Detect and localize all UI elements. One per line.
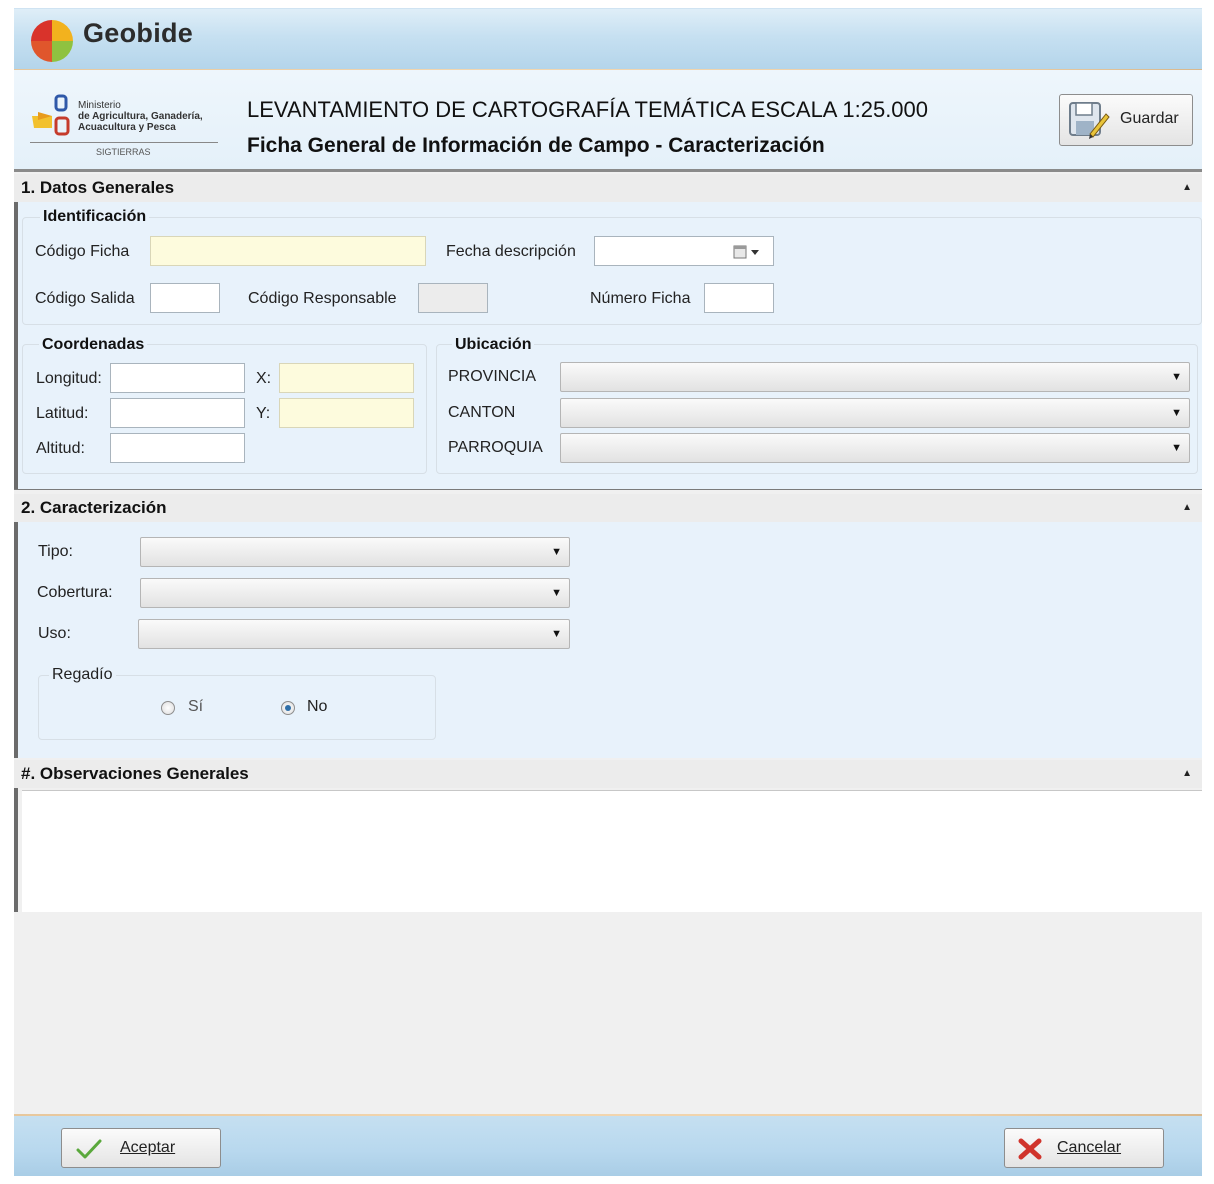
chevron-down-icon[interactable]: ▼ — [1171, 371, 1182, 383]
cancel-button[interactable]: Cancelar — [1004, 1128, 1164, 1168]
save-button-label: Guardar — [1120, 110, 1179, 127]
parroquia-label: PARROQUIA — [448, 439, 543, 456]
save-icon — [1069, 102, 1110, 139]
ministry-emblem-icon — [32, 94, 70, 136]
fecha-descripcion-picker[interactable] — [594, 236, 774, 266]
section-caracterizacion-header[interactable]: 2. Caracterización ▲ — [14, 494, 1202, 522]
x-coordinate-input[interactable] — [279, 363, 414, 393]
bottom-bar-accent-line — [14, 1114, 1202, 1116]
section-datos-generales-title: 1. Datos Generales — [21, 178, 175, 197]
identificacion-title: Identificación — [40, 208, 150, 226]
ministry-line-1: Ministerio — [78, 100, 121, 111]
chevron-down-icon[interactable]: ▼ — [1171, 442, 1182, 454]
longitud-label: Longitud: — [36, 370, 102, 387]
regadio-title: Regadío — [49, 666, 116, 684]
tipo-select[interactable]: ▼ — [140, 537, 570, 567]
regadio-group — [38, 675, 436, 740]
regadio-no-radio[interactable] — [281, 701, 295, 715]
numero-ficha-label: Número Ficha — [590, 290, 691, 307]
accept-button-label: Aceptar — [120, 1139, 176, 1156]
numero-ficha-input[interactable] — [704, 283, 774, 313]
calendar-dropdown-icon[interactable] — [733, 244, 763, 260]
app-logo-icon — [29, 18, 75, 64]
regadio-no-label[interactable]: No — [307, 698, 327, 716]
section-edge — [14, 788, 18, 912]
collapse-icon[interactable]: ▲ — [1182, 182, 1192, 193]
logo-divider — [30, 142, 218, 143]
altitud-label: Altitud: — [36, 440, 85, 457]
observaciones-textarea[interactable] — [22, 790, 1202, 912]
cobertura-select[interactable]: ▼ — [140, 578, 570, 608]
chevron-down-icon[interactable]: ▼ — [551, 628, 562, 640]
canton-select[interactable]: ▼ — [560, 398, 1190, 428]
regadio-si-radio[interactable] — [161, 701, 175, 715]
latitud-label: Latitud: — [36, 405, 89, 422]
app-title: Geobide — [83, 18, 194, 48]
tipo-label: Tipo: — [38, 543, 73, 560]
chevron-down-icon[interactable]: ▼ — [1171, 407, 1182, 419]
section-edge — [14, 202, 18, 490]
codigo-ficha-input[interactable] — [150, 236, 426, 266]
collapse-icon[interactable]: ▲ — [1182, 768, 1192, 779]
collapse-icon[interactable]: ▲ — [1182, 502, 1192, 513]
codigo-ficha-label: Código Ficha — [35, 243, 130, 260]
coordenadas-title: Coordenadas — [39, 336, 148, 354]
section-observaciones-title: #. Observaciones Generales — [21, 764, 249, 783]
codigo-salida-input[interactable] — [150, 283, 220, 313]
cancel-button-label: Cancelar — [1057, 1139, 1122, 1156]
latitud-input[interactable] — [110, 398, 245, 428]
codigo-responsable-label: Código Responsable — [248, 290, 397, 307]
provincia-label: PROVINCIA — [448, 368, 537, 385]
longitud-input[interactable] — [110, 363, 245, 393]
codigo-salida-label: Código Salida — [35, 290, 135, 307]
chevron-down-icon[interactable]: ▼ — [551, 587, 562, 599]
cancel-x-icon — [1018, 1138, 1042, 1160]
x-label: X: — [256, 370, 272, 387]
provincia-select[interactable]: ▼ — [560, 362, 1190, 392]
ministry-logo: Ministerio de Agricultura, Ganadería, Ac… — [30, 90, 220, 158]
section-edge — [14, 522, 18, 758]
cobertura-label: Cobertura: — [37, 584, 113, 601]
ministry-line-4: SIGTIERRAS — [96, 147, 151, 157]
check-icon — [76, 1139, 102, 1159]
form-title: LEVANTAMIENTO DE CARTOGRAFÍA TEMÁTICA ES… — [247, 97, 929, 122]
uso-select[interactable]: ▼ — [138, 619, 570, 649]
parroquia-select[interactable]: ▼ — [560, 433, 1190, 463]
canton-label: CANTON — [448, 404, 516, 421]
codigo-responsable-input — [418, 283, 488, 313]
section-divider — [14, 489, 1202, 490]
ubicacion-title: Ubicación — [452, 336, 535, 354]
save-button[interactable]: Guardar — [1059, 94, 1193, 146]
y-label: Y: — [256, 405, 271, 422]
ministry-line-2: de Agricultura, Ganadería, — [78, 111, 203, 122]
uso-label: Uso: — [38, 625, 71, 642]
section-datos-generales-header[interactable]: 1. Datos Generales ▲ — [14, 174, 1202, 202]
chevron-down-icon[interactable]: ▼ — [551, 546, 562, 558]
fecha-descripcion-label: Fecha descripción — [446, 243, 576, 260]
accept-button[interactable]: Aceptar — [61, 1128, 221, 1168]
ministry-line-3: Acuacultura y Pesca — [78, 122, 176, 133]
form-subtitle: Ficha General de Información de Campo - … — [247, 134, 825, 157]
section-caracterizacion-title: 2. Caracterización — [21, 498, 167, 517]
altitud-input[interactable] — [110, 433, 245, 463]
header-divider — [14, 169, 1202, 172]
y-coordinate-input[interactable] — [279, 398, 414, 428]
regadio-si-label[interactable]: Sí — [188, 698, 203, 716]
section-observaciones-header[interactable]: #. Observaciones Generales ▲ — [14, 760, 1202, 788]
